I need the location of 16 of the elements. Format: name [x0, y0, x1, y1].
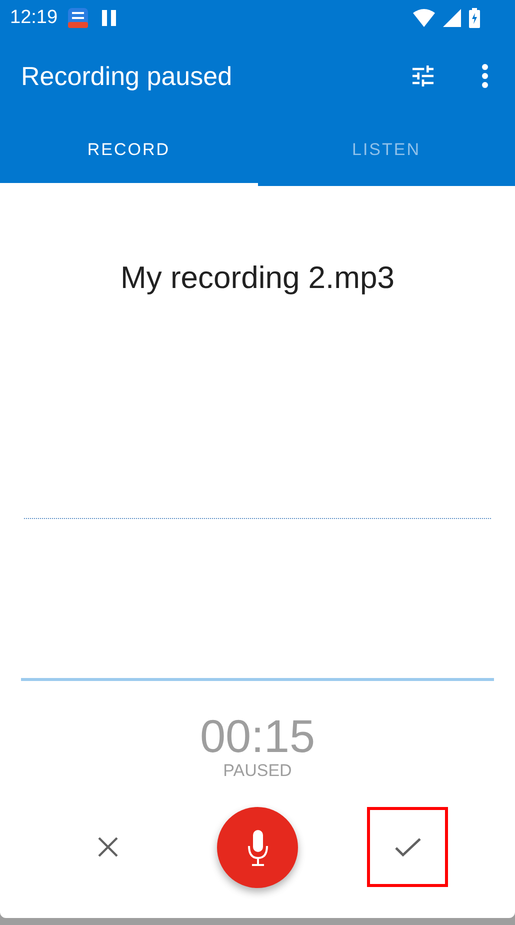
wifi-icon	[413, 9, 435, 27]
status-time: 12:19	[10, 7, 58, 29]
microphone-icon	[248, 830, 268, 866]
record-button[interactable]	[217, 807, 298, 888]
elapsed-time: 00:15	[200, 713, 316, 759]
screen-title: Recording paused	[21, 60, 234, 92]
pause-icon	[102, 10, 116, 26]
app-icon	[68, 8, 88, 28]
signal-icon	[443, 9, 461, 27]
tab[interactable]: LISTEN	[258, 116, 515, 186]
save-button[interactable]	[367, 807, 448, 887]
battery-charging-icon	[469, 8, 480, 28]
checkmark-icon	[394, 837, 420, 857]
recording-state: PAUSED	[223, 761, 292, 781]
close-icon	[96, 836, 118, 858]
file-name: My recording 2.mp3	[120, 260, 394, 296]
